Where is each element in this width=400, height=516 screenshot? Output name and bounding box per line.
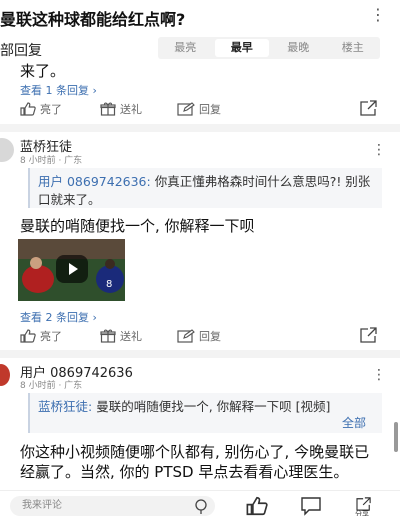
expand-all-link[interactable]: 全部 [342, 414, 366, 431]
divider [0, 124, 400, 132]
chevron-right-icon: › [92, 311, 97, 324]
bottom-share-button[interactable]: 分享 [353, 496, 385, 516]
quoted-username: 用户 0869742636: [38, 174, 151, 189]
share-label: 分享 [355, 510, 369, 516]
play-icon [69, 263, 78, 275]
reply-label: 回复 [199, 330, 221, 343]
share-icon [360, 100, 377, 116]
chevron-right-icon: › [92, 84, 97, 97]
view-replies-link[interactable]: 查看 1 条回复 › [20, 82, 97, 98]
comment-icon [301, 497, 321, 516]
share-button[interactable] [360, 327, 378, 347]
gift-button[interactable]: 送礼 [100, 101, 142, 117]
tab-brightest[interactable]: 最亮 [158, 37, 213, 59]
comment-meta: 8 小时前 · 广东 [20, 381, 83, 391]
share-icon [360, 327, 377, 343]
bottom-comment-button[interactable] [300, 496, 322, 516]
divider [0, 350, 400, 358]
page-title: 曼联这种球都能给红点啊? [0, 10, 186, 29]
tab-latest[interactable]: 最晚 [271, 37, 326, 59]
like-label: 亮了 [40, 103, 62, 116]
thumbs-up-icon [20, 329, 36, 343]
video-thumbnail[interactable]: 8 [18, 239, 125, 301]
quoted-comment[interactable]: 蓝桥狂徒: 曼联的哨随便找一个, 你解释一下呗 [视频] [28, 393, 382, 433]
bottom-like-button[interactable] [246, 496, 268, 516]
scrollbar-thumb[interactable] [394, 422, 398, 452]
comment-meta: 8 小时前 · 广东 [20, 156, 83, 166]
mic-icon[interactable] [193, 498, 209, 516]
comment-more-icon[interactable]: ⋮ [372, 141, 386, 159]
quoted-text: 曼联的哨随便找一个, 你解释一下呗 [视频] [92, 399, 331, 414]
quoted-comment[interactable]: 用户 0869742636: 你真正懂弗格森时间什么意思吗?! 别张口就来了。 [28, 168, 382, 208]
view-replies-label: 查看 1 条回复 [20, 84, 89, 97]
more-options-icon[interactable]: ⋮ [370, 6, 386, 24]
gift-label: 送礼 [120, 103, 142, 116]
quoted-username: 蓝桥狂徒: [38, 399, 93, 414]
avatar[interactable] [0, 138, 14, 162]
reply-label: 回复 [199, 103, 221, 116]
share-button[interactable] [360, 100, 378, 120]
gift-label: 送礼 [120, 330, 142, 343]
edit-icon [177, 102, 195, 116]
tab-op-only[interactable]: 楼主 [326, 37, 381, 59]
gift-button[interactable]: 送礼 [100, 328, 142, 344]
edit-icon [177, 329, 195, 343]
like-label: 亮了 [40, 330, 62, 343]
sort-tabs: 最亮 最早 最晚 楼主 [158, 37, 380, 59]
reply-button[interactable]: 回复 [177, 328, 221, 344]
tab-earliest[interactable]: 最早 [214, 39, 269, 57]
like-button[interactable]: 亮了 [20, 101, 62, 117]
play-button[interactable] [56, 255, 88, 283]
view-replies-label: 查看 2 条回复 [20, 311, 89, 324]
view-replies-link[interactable]: 查看 2 条回复 › [20, 309, 97, 325]
comment-input[interactable]: 我来评论 [10, 496, 215, 516]
comment-text: 来了。 [20, 62, 66, 80]
comment-text: 你这种小视频随便哪个队都有, 别伤心了, 今晚曼联已经赢了。当然, 你的 PTS… [20, 443, 370, 481]
gift-icon [100, 102, 116, 116]
comment-text: 曼联的哨随便找一个, 你解释一下呗 [20, 217, 255, 235]
avatar[interactable] [0, 364, 10, 386]
gift-icon [100, 329, 116, 343]
thumbs-up-icon [246, 496, 268, 516]
svg-text:8: 8 [106, 279, 112, 290]
thumbs-up-icon [20, 102, 36, 116]
like-button[interactable]: 亮了 [20, 328, 62, 344]
all-replies-label: 部回复 [0, 43, 42, 59]
reply-button[interactable]: 回复 [177, 101, 221, 117]
comment-more-icon[interactable]: ⋮ [372, 366, 386, 384]
